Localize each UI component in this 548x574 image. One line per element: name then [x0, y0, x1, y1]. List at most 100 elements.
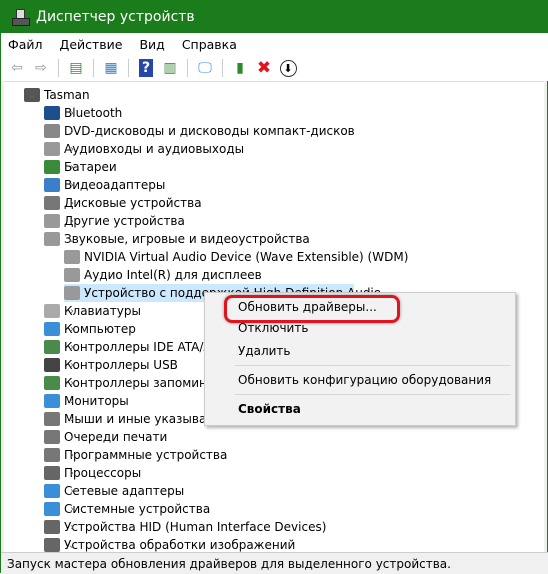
disk-icon [44, 196, 60, 210]
speaker-icon [44, 232, 60, 246]
menu-view[interactable]: Вид [139, 37, 164, 52]
expanded-chevron-icon[interactable]: ⌄ [66, 540, 78, 551]
monitor-icon [44, 394, 60, 408]
collapsed-chevron-icon[interactable]: › [66, 180, 78, 191]
status-text: Запуск мастера обновления драйверов для … [7, 556, 451, 571]
collapsed-chevron-icon[interactable]: › [66, 108, 78, 119]
forward-icon[interactable]: ⇨ [31, 58, 51, 78]
tree-item[interactable]: › Устройства HID (Human Interface Devices… [44, 518, 326, 536]
collapsed-chevron-icon[interactable]: › [66, 216, 78, 227]
dvd-icon [44, 124, 60, 138]
uninstall-icon[interactable]: ✖ [254, 58, 274, 78]
tree-item-label: Программные устройства [64, 448, 228, 462]
tree-item[interactable]: NVIDIA Virtual Audio Device (Wave Extens… [64, 248, 408, 266]
collapsed-chevron-icon[interactable]: › [66, 324, 78, 335]
collapsed-chevron-icon[interactable]: › [66, 198, 78, 209]
tree-item[interactable]: › Мониторы [44, 392, 129, 410]
tree-item[interactable]: › Системные устройства [44, 500, 210, 518]
tree-item-label: Сетевые адаптеры [64, 484, 185, 498]
toolbar-separator [93, 59, 94, 77]
collapsed-chevron-icon[interactable]: › [66, 144, 78, 155]
menu-action[interactable]: Действие [60, 37, 123, 52]
toolbar-separator [58, 59, 59, 77]
help-icon[interactable]: ? [136, 58, 156, 78]
tree-item[interactable]: › Батареи [44, 158, 117, 176]
update-driver-icon[interactable]: ▮ [230, 58, 250, 78]
tree-item[interactable]: ⌄ Звуковые, игровые и видеоустройства [44, 230, 310, 248]
tree-item[interactable]: › Bluetooth [44, 104, 122, 122]
tree-item[interactable]: Аудио Intel(R) для дисплеев [64, 266, 262, 284]
collapsed-chevron-icon[interactable]: › [66, 396, 78, 407]
speaker-icon [44, 142, 60, 156]
menu-file[interactable]: Файл [8, 37, 43, 52]
collapsed-chevron-icon[interactable]: › [66, 468, 78, 479]
tree-item[interactable]: ⌄ Tasman [24, 86, 90, 104]
unknown-device-icon [44, 214, 60, 228]
tree-item-label: Аудио Intel(R) для дисплеев [84, 268, 262, 282]
collapsed-chevron-icon[interactable]: › [66, 342, 78, 353]
device-manager-window: Диспетчер устройств Файл Действие Вид Сп… [0, 0, 548, 574]
tree-item[interactable]: › Компьютер [44, 320, 136, 338]
action-pane-icon[interactable]: ▥ [160, 58, 180, 78]
collapsed-chevron-icon[interactable]: › [66, 126, 78, 137]
toolbar-separator [128, 59, 129, 77]
scan-hardware-icon[interactable]: 🖵 [195, 58, 215, 78]
collapsed-chevron-icon[interactable]: › [66, 306, 78, 317]
speaker-icon [64, 286, 80, 300]
collapsed-chevron-icon[interactable]: › [66, 378, 78, 389]
mouse-icon [44, 412, 60, 426]
storage-icon [44, 376, 60, 390]
status-bar: Запуск мастера обновления драйверов для … [1, 552, 548, 574]
show-hide-console-tree-icon[interactable]: ▤ [66, 58, 86, 78]
collapsed-chevron-icon[interactable]: › [66, 162, 78, 173]
tree-item[interactable]: › Программные устройства [44, 446, 227, 464]
tree-item[interactable]: › Очереди печати [44, 428, 167, 446]
tree-item[interactable]: › Сетевые адаптеры [44, 482, 184, 500]
tree-item-label: NVIDIA Virtual Audio Device (Wave Extens… [84, 250, 409, 264]
battery-icon [44, 160, 60, 174]
tree-item-label: Системные устройства [64, 502, 211, 516]
display-adapter-icon [44, 178, 60, 192]
back-icon[interactable]: ⇦ [7, 58, 27, 78]
tree-item[interactable]: ⌄ Устройства обработки изображений [44, 536, 295, 552]
toolbar-separator [187, 59, 188, 77]
menu-item-uninstall[interactable]: Удалить [238, 344, 291, 358]
expanded-chevron-icon[interactable]: ⌄ [66, 234, 78, 245]
tree-item[interactable]: › Клавиатуры [44, 302, 141, 320]
tree-item[interactable]: › Контроллеры USB [44, 356, 178, 374]
collapsed-chevron-icon[interactable]: › [66, 450, 78, 461]
tree-item[interactable]: › Дисковые устройства [44, 194, 202, 212]
tree-item-label: DVD-дисководы и дисководы компакт-дисков [64, 124, 355, 138]
window-title: Диспетчер устройств [36, 9, 195, 25]
tree-item[interactable]: › Другие устройства [44, 212, 185, 230]
collapsed-chevron-icon[interactable]: › [66, 414, 78, 425]
menu-help[interactable]: Справка [182, 37, 237, 52]
hid-icon [44, 520, 60, 534]
cpu-icon [44, 466, 60, 480]
menu-item-update-driver[interactable]: Обновить драйверы... [238, 300, 377, 314]
disable-icon[interactable]: ⬇ [278, 58, 298, 78]
menu-item-properties[interactable]: Свойства [238, 402, 301, 416]
menu-separator [235, 365, 511, 366]
toolbar: ⇦ ⇨ ▤ ▦ ? ▥ 🖵 ▮ ✖ ⬇ [1, 55, 548, 81]
properties-icon[interactable]: ▦ [101, 58, 121, 78]
ide-icon [44, 340, 60, 354]
collapsed-chevron-icon[interactable]: › [66, 360, 78, 371]
expanded-chevron-icon[interactable]: ⌄ [26, 90, 38, 101]
collapsed-chevron-icon[interactable]: › [66, 486, 78, 497]
collapsed-chevron-icon[interactable]: › [66, 504, 78, 515]
menu-item-disable[interactable]: Отключить [238, 321, 308, 335]
tree-item[interactable]: › Видеоадаптеры [44, 176, 165, 194]
tree-item-label: Аудиовходы и аудиовыходы [64, 142, 245, 156]
menu-item-scan-hardware[interactable]: Обновить конфигурацию оборудования [238, 373, 491, 387]
usb-icon [44, 358, 60, 372]
monitor-icon [44, 322, 60, 336]
speaker-icon [64, 250, 80, 264]
collapsed-chevron-icon[interactable]: › [66, 432, 78, 443]
tree-item-label: Контроллеры USB [64, 358, 178, 372]
tree-item[interactable]: › Аудиовходы и аудиовыходы [44, 140, 244, 158]
tree-item[interactable]: › DVD-дисководы и дисководы компакт-диско… [44, 122, 355, 140]
tree-item[interactable]: › Процессоры [44, 464, 141, 482]
device-manager-icon [12, 9, 30, 26]
collapsed-chevron-icon[interactable]: › [66, 522, 78, 533]
